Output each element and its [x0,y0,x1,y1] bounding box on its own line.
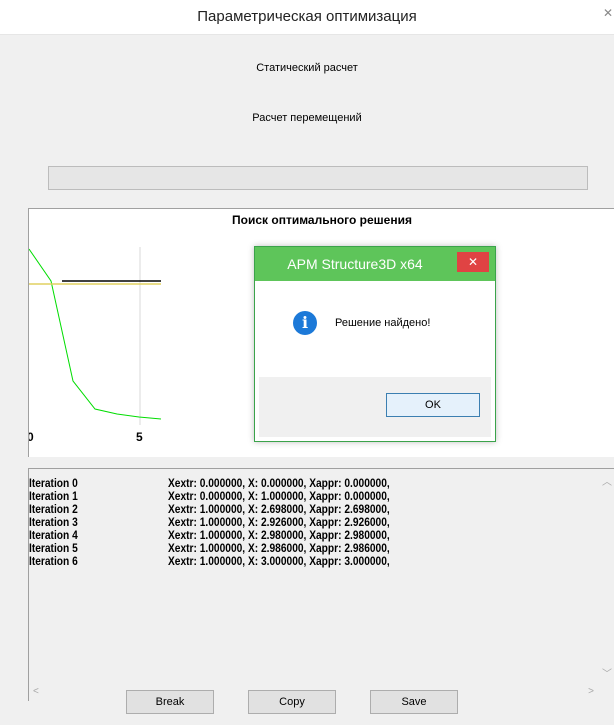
x-tick-label-5: 5 [136,430,143,444]
log-iteration: Iteration 6 [29,554,78,568]
log-values: Xextr: 1.000000, X: 2.698000, Xappr: 2.6… [168,502,390,516]
log-row: Iteration 1 Xextr: 0.000000, X: 1.000000… [29,490,589,502]
log-row: Iteration 4 Xextr: 1.000000, X: 2.980000… [29,529,589,541]
log-values: Xextr: 1.000000, X: 2.980000, Xappr: 2.9… [168,528,390,542]
optimization-window: Параметрическая оптимизация ✕ Статически… [0,0,614,725]
log-row: Iteration 6 Xextr: 1.000000, X: 3.000000… [29,555,589,567]
log-values: Xextr: 0.000000, X: 0.000000, Xappr: 0.0… [168,476,390,490]
save-button[interactable]: Save [370,690,458,714]
log-iteration: Iteration 5 [29,541,78,555]
log-row: Iteration 2 Xextr: 1.000000, X: 2.698000… [29,503,589,515]
log-values: Xextr: 1.000000, X: 2.926000, Xappr: 2.9… [168,515,390,529]
log-values: Xextr: 1.000000, X: 3.000000, Xappr: 3.0… [168,554,390,568]
window-title: Параметрическая оптимизация [197,8,417,25]
log-iteration: Iteration 2 [29,502,78,516]
log-row: Iteration 5 Xextr: 1.000000, X: 2.986000… [29,542,589,554]
x-tick-label-0: 0 [29,430,34,444]
dialog-body: i Решение найдено! OK [259,281,491,437]
title-bar: Параметрическая оптимизация ✕ [0,0,614,35]
progress-bar [48,166,588,190]
dialog-footer: OK [259,377,491,437]
log-row: Iteration 3 Xextr: 1.000000, X: 2.926000… [29,516,589,528]
log-iteration: Iteration 1 [29,489,78,503]
log-iteration: Iteration 3 [29,515,78,529]
iteration-log[interactable]: Iteration 0 Xextr: 0.000000, X: 0.000000… [28,468,614,701]
vertical-scrollbar[interactable]: ︿ ﹀ [598,469,614,684]
message-dialog: APM Structure3D x64 ✕ i Решение найдено!… [254,246,496,442]
log-values: Xextr: 0.000000, X: 1.000000, Xappr: 0.0… [168,489,390,503]
static-calc-label: Статический расчет [256,62,358,74]
dialog-message: Решение найдено! [335,317,431,329]
info-icon: i [293,311,317,335]
dialog-title-bar: APM Structure3D x64 ✕ [255,247,495,281]
break-button[interactable]: Break [126,690,214,714]
log-row: Iteration 0 Xextr: 0.000000, X: 0.000000… [29,477,589,489]
scroll-left-icon[interactable]: < [33,686,39,697]
copy-button[interactable]: Copy [248,690,336,714]
scroll-right-icon[interactable]: > [588,686,594,697]
scroll-up-icon[interactable]: ︿ [602,473,612,488]
log-values: Xextr: 1.000000, X: 2.986000, Xappr: 2.9… [168,541,390,555]
dialog-close-button[interactable]: ✕ [457,252,489,272]
chart-series-green [29,248,162,420]
dialog-title: APM Structure3D x64 [287,256,423,272]
scroll-down-icon[interactable]: ﹀ [602,665,612,680]
window-close-icon[interactable]: ✕ [602,6,614,20]
log-iteration: Iteration 4 [29,528,78,542]
displacement-calc-label: Расчет перемещений [252,112,362,124]
ok-button[interactable]: OK [386,393,480,417]
log-iteration: Iteration 0 [29,476,78,490]
